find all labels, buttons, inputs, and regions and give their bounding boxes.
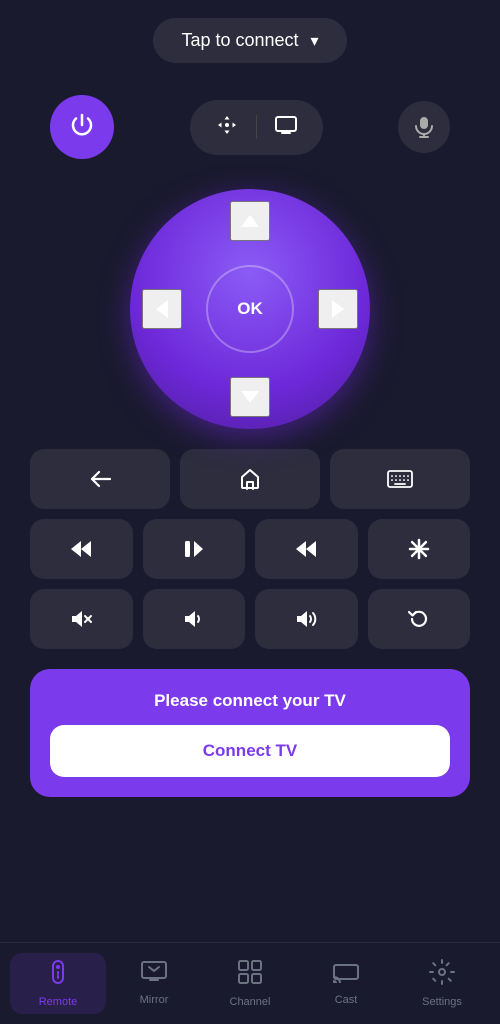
settings-icon — [429, 959, 455, 992]
nav-label-channel: Channel — [230, 996, 271, 1008]
top-controls-row — [30, 85, 470, 169]
nav-item-channel[interactable]: Channel — [202, 953, 298, 1014]
bottom-navigation: Remote Mirror Channel — [0, 942, 500, 1024]
power-button[interactable] — [50, 95, 114, 159]
dpad-move-button[interactable] — [208, 110, 246, 145]
volume-up-button[interactable] — [255, 589, 358, 649]
channel-icon — [237, 959, 263, 992]
connect-banner: Please connect your TV Connect TV — [30, 669, 470, 797]
banner-message: Please connect your TV — [154, 691, 346, 711]
control-buttons — [30, 449, 470, 649]
divider — [256, 115, 257, 139]
nav-label-cast: Cast — [335, 994, 358, 1006]
dpad-circle: OK — [130, 189, 370, 429]
rewind-button[interactable] — [30, 519, 133, 579]
navigation-controls — [190, 100, 323, 155]
row-1 — [30, 449, 470, 509]
refresh-button[interactable] — [368, 589, 471, 649]
connect-tv-button[interactable]: Connect TV — [50, 725, 450, 777]
connect-tv-label: Connect TV — [203, 741, 297, 760]
screen-button[interactable] — [267, 112, 305, 143]
volume-down-button[interactable] — [143, 589, 246, 649]
remote-icon — [45, 959, 71, 992]
nav-label-mirror: Mirror — [140, 994, 169, 1006]
row-3 — [30, 589, 470, 649]
nav-item-remote[interactable]: Remote — [10, 953, 106, 1014]
nav-item-settings[interactable]: Settings — [394, 953, 490, 1014]
nav-item-mirror[interactable]: Mirror — [106, 955, 202, 1012]
nav-label-settings: Settings — [422, 996, 462, 1008]
mute-button[interactable] — [30, 589, 133, 649]
home-button[interactable] — [180, 449, 320, 509]
back-button[interactable] — [30, 449, 170, 509]
row-2 — [30, 519, 470, 579]
connect-dropdown[interactable]: Tap to connect ▾ — [153, 18, 346, 63]
mic-button[interactable] — [398, 101, 450, 153]
connect-label: Tap to connect — [181, 30, 298, 51]
dpad-right-button[interactable] — [318, 289, 358, 329]
main-content: OK — [0, 75, 500, 942]
cast-icon — [333, 961, 359, 990]
header: Tap to connect ▾ — [0, 0, 500, 75]
keyboard-button[interactable] — [330, 449, 470, 509]
power-icon — [68, 111, 96, 143]
dpad-ok-label: OK — [237, 299, 263, 319]
dpad-up-button[interactable] — [230, 201, 270, 241]
asterisk-button[interactable] — [368, 519, 471, 579]
dpad-down-button[interactable] — [230, 377, 270, 417]
dpad: OK — [130, 189, 370, 429]
chevron-down-icon: ▾ — [311, 31, 319, 51]
fast-forward-button[interactable] — [255, 519, 358, 579]
dpad-ok-button[interactable]: OK — [206, 265, 294, 353]
mirror-icon — [141, 961, 167, 990]
nav-label-remote: Remote — [39, 996, 78, 1008]
play-pause-button[interactable] — [143, 519, 246, 579]
dpad-left-button[interactable] — [142, 289, 182, 329]
nav-item-cast[interactable]: Cast — [298, 955, 394, 1012]
